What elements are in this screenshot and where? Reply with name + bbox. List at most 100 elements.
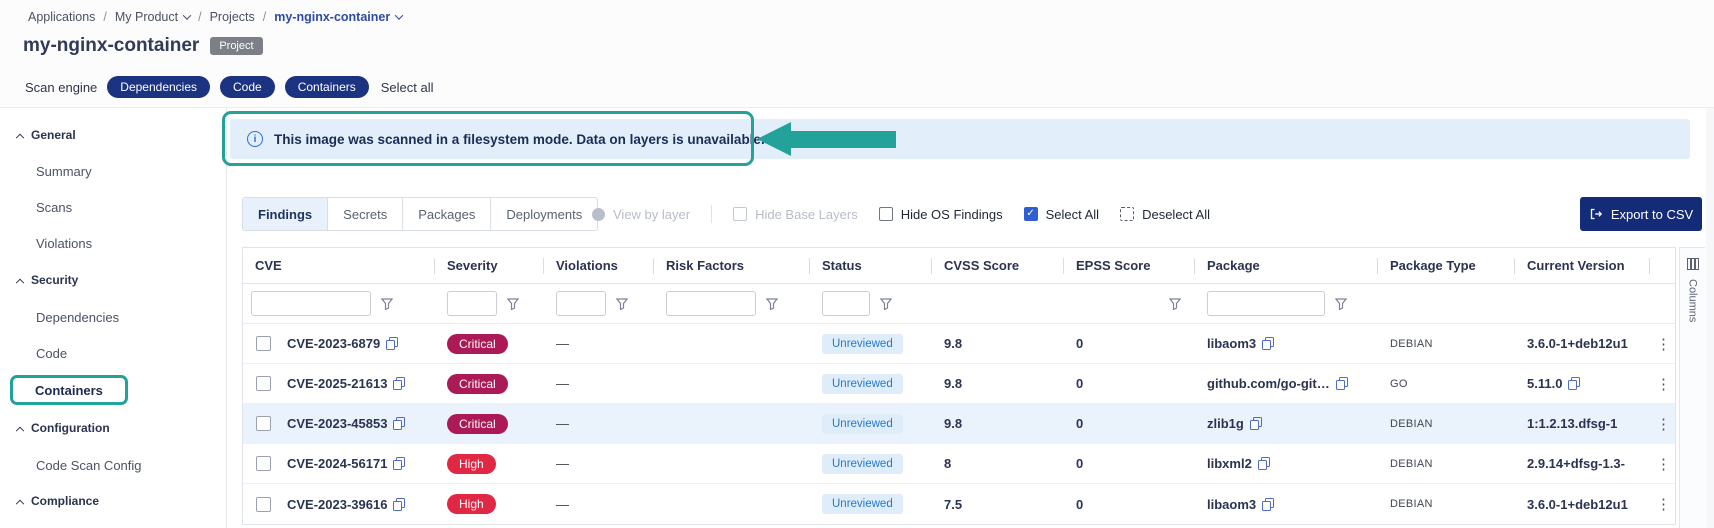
- sidebar-item-code-scan-config[interactable]: Code Scan Config: [36, 458, 142, 473]
- column-header-risk-factors[interactable]: Risk Factors: [654, 248, 810, 283]
- breadcrumb-item-my-product[interactable]: My Product: [115, 10, 190, 24]
- risk-factors-filter-input[interactable]: [666, 291, 756, 316]
- copy-icon[interactable]: [393, 417, 405, 430]
- column-header-violations[interactable]: Violations: [544, 248, 654, 283]
- row-checkbox[interactable]: [256, 456, 271, 471]
- severity-badge: Critical: [447, 414, 508, 434]
- column-header-cve[interactable]: CVE: [243, 248, 435, 283]
- cve-link[interactable]: CVE-2023-39616: [287, 497, 387, 512]
- epss-score-value: 0: [1064, 324, 1195, 363]
- columns-panel-toggle[interactable]: Columns: [1679, 247, 1705, 528]
- epss-score-value: 0: [1064, 484, 1195, 524]
- violations-filter-input[interactable]: [556, 291, 606, 316]
- kebab-menu-icon[interactable]: ⋮: [1652, 333, 1675, 355]
- copy-icon[interactable]: [393, 377, 405, 390]
- sidebar-section-compliance[interactable]: Compliance: [17, 494, 99, 508]
- risk-factors-value: [654, 404, 810, 443]
- copy-icon[interactable]: [1250, 417, 1262, 430]
- package-filter-input[interactable]: [1207, 291, 1325, 316]
- checkbox-checked-icon[interactable]: ✓: [1024, 207, 1038, 221]
- copy-icon[interactable]: [1336, 377, 1348, 390]
- copy-icon[interactable]: [1262, 498, 1274, 511]
- column-header-current-version[interactable]: Current Version: [1515, 248, 1650, 283]
- table-row[interactable]: CVE-2024-56171 High — Unreviewed 8 0 lib…: [243, 444, 1675, 484]
- sidebar-section-general[interactable]: General: [17, 128, 76, 142]
- tab-secrets[interactable]: Secrets: [328, 198, 403, 230]
- breadcrumb: Applications / My Product / Projects / m…: [28, 10, 402, 24]
- column-header-status[interactable]: Status: [810, 248, 932, 283]
- cvss-score-value: 9.8: [932, 324, 1064, 363]
- select-all-checkbox[interactable]: ✓ Select All: [1024, 207, 1099, 222]
- row-checkbox[interactable]: [256, 376, 271, 391]
- scan-engine-select-all[interactable]: Select all: [381, 80, 434, 95]
- filter-icon[interactable]: [507, 298, 519, 310]
- column-header-severity[interactable]: Severity: [435, 248, 544, 283]
- sidebar-item-dependencies[interactable]: Dependencies: [36, 310, 119, 325]
- hide-os-findings-label: Hide OS Findings: [901, 207, 1003, 222]
- filter-icon[interactable]: [616, 298, 628, 310]
- sidebar-item-scans[interactable]: Scans: [36, 200, 72, 215]
- sidebar-item-containers[interactable]: Containers: [10, 375, 128, 405]
- cve-filter-input[interactable]: [251, 291, 371, 316]
- sidebar-item-code[interactable]: Code: [36, 346, 67, 361]
- cve-link[interactable]: CVE-2024-56171: [287, 456, 387, 471]
- filter-icon[interactable]: [1169, 298, 1181, 310]
- cve-link[interactable]: CVE-2023-45853: [287, 416, 387, 431]
- vertical-scrollbar[interactable]: [1706, 108, 1714, 528]
- package-name: libxml2: [1207, 456, 1252, 471]
- copy-icon[interactable]: [1568, 377, 1580, 390]
- hide-os-findings-checkbox[interactable]: Hide OS Findings: [879, 207, 1003, 222]
- column-header-epss-score[interactable]: EPSS Score: [1064, 248, 1195, 283]
- table-row[interactable]: CVE-2023-6879 Critical — Unreviewed 9.8 …: [243, 324, 1675, 364]
- breadcrumb-item-projects[interactable]: Projects: [210, 10, 255, 24]
- row-checkbox[interactable]: [256, 497, 271, 512]
- sidebar-item-violations[interactable]: Violations: [36, 236, 92, 251]
- copy-icon[interactable]: [393, 457, 405, 470]
- scan-engine-pill-dependencies[interactable]: Dependencies: [107, 76, 210, 98]
- column-header-package[interactable]: Package: [1195, 248, 1378, 283]
- kebab-menu-icon[interactable]: ⋮: [1652, 453, 1675, 475]
- filter-icon[interactable]: [766, 298, 778, 310]
- kebab-menu-icon[interactable]: ⋮: [1652, 493, 1675, 515]
- breadcrumb-item-applications[interactable]: Applications: [28, 10, 95, 24]
- column-header-package-type[interactable]: Package Type: [1378, 248, 1515, 283]
- copy-icon[interactable]: [393, 498, 405, 511]
- table-row[interactable]: CVE-2023-45853 Critical — Unreviewed 9.8…: [243, 404, 1675, 444]
- severity-badge: High: [447, 494, 496, 514]
- severity-filter-input[interactable]: [447, 291, 497, 316]
- tab-packages[interactable]: Packages: [403, 198, 491, 230]
- sidebar-section-configuration[interactable]: Configuration: [17, 421, 110, 435]
- export-to-csv-button[interactable]: Export to CSV: [1580, 197, 1702, 231]
- scan-engine-pill-containers[interactable]: Containers: [285, 76, 369, 98]
- column-header-cvss-score[interactable]: CVSS Score: [932, 248, 1064, 283]
- risk-factors-value: [654, 324, 810, 363]
- copy-icon[interactable]: [1258, 457, 1270, 470]
- filter-icon[interactable]: [880, 298, 892, 310]
- sidebar-section-security[interactable]: Security: [17, 273, 78, 287]
- tab-deployments[interactable]: Deployments: [491, 198, 597, 230]
- row-checkbox[interactable]: [256, 336, 271, 351]
- scan-engine-pill-code[interactable]: Code: [220, 76, 275, 98]
- copy-icon[interactable]: [386, 337, 398, 350]
- kebab-menu-icon[interactable]: ⋮: [1652, 413, 1675, 435]
- cve-link[interactable]: CVE-2025-21613: [287, 376, 387, 391]
- table-row[interactable]: CVE-2023-39616 High — Unreviewed 7.5 0 l…: [243, 484, 1675, 524]
- package-type-value: DEBIAN: [1378, 444, 1515, 483]
- filter-icon[interactable]: [381, 298, 393, 310]
- table-row[interactable]: CVE-2025-21613 Critical — Unreviewed 9.8…: [243, 364, 1675, 404]
- row-checkbox[interactable]: [256, 416, 271, 431]
- current-version-value: 5.11.0: [1527, 376, 1562, 391]
- status-badge: Unreviewed: [822, 374, 903, 394]
- checkbox-icon[interactable]: [879, 207, 893, 221]
- filter-icon[interactable]: [1335, 298, 1347, 310]
- cve-link[interactable]: CVE-2023-6879: [287, 336, 380, 351]
- copy-icon[interactable]: [1262, 337, 1274, 350]
- sidebar-item-summary[interactable]: Summary: [36, 164, 92, 179]
- tab-findings[interactable]: Findings: [243, 198, 328, 230]
- breadcrumb-item-current-project[interactable]: my-nginx-container: [274, 10, 402, 24]
- cvss-score-value: 9.8: [932, 364, 1064, 403]
- status-filter-input[interactable]: [822, 291, 870, 316]
- severity-badge: High: [447, 454, 496, 474]
- kebab-menu-icon[interactable]: ⋮: [1652, 373, 1675, 395]
- deselect-all-button[interactable]: Deselect All: [1120, 207, 1210, 222]
